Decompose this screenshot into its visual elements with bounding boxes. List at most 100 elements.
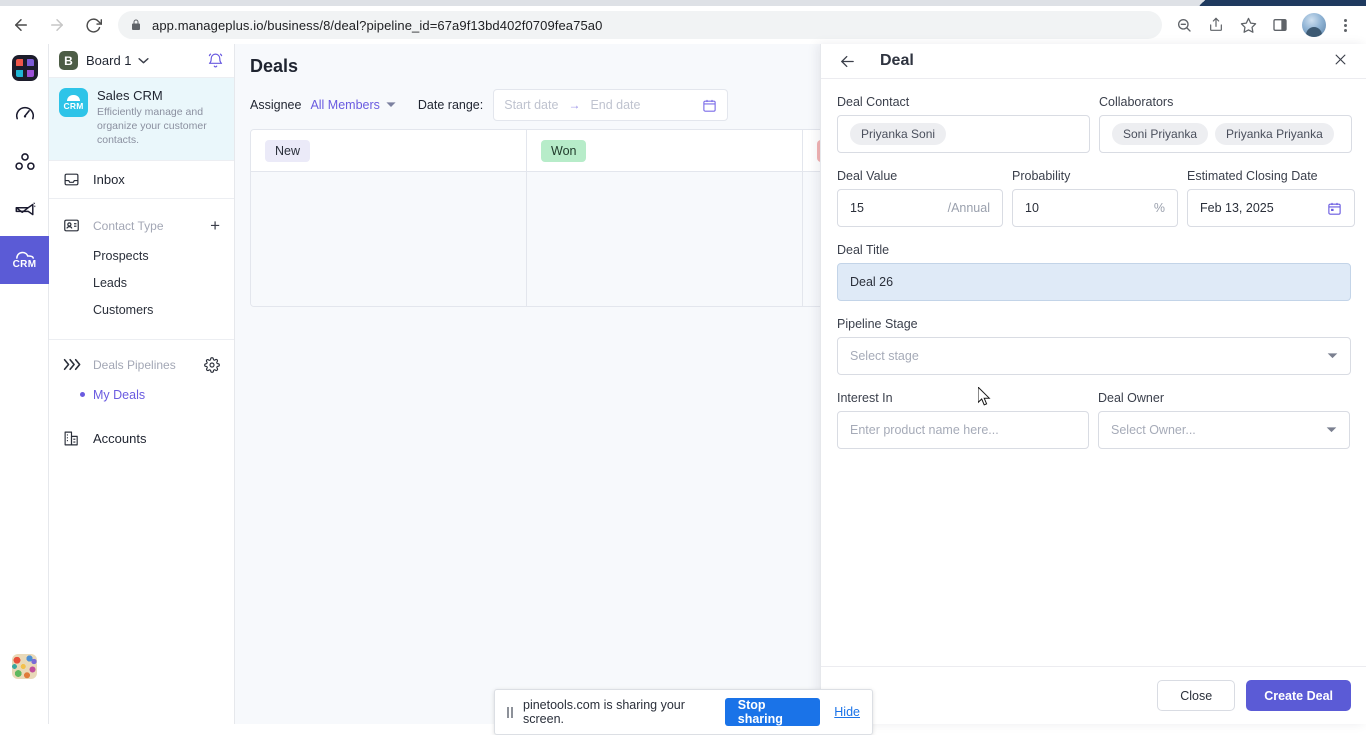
- field-deal-contact: Deal Contact Priyanka Soni: [837, 95, 1090, 153]
- chevron-down-icon[interactable]: [1327, 351, 1338, 361]
- board-selector[interactable]: B Board 1: [49, 44, 234, 78]
- probability-input[interactable]: 10 %: [1012, 189, 1178, 227]
- deal-contact-input[interactable]: Priyanka Soni: [837, 115, 1090, 153]
- gear-icon[interactable]: [204, 356, 220, 373]
- field-label: Deal Value: [837, 169, 898, 183]
- chevron-down-icon[interactable]: [137, 56, 149, 66]
- url-text: app.manageplus.io/business/8/deal?pipeli…: [152, 17, 603, 33]
- interest-in-placeholder: Enter product name here...: [850, 423, 999, 437]
- sidebar: B Board 1 CRM Sales CRM Efficiently mana…: [49, 44, 235, 724]
- pipeline-chevrons-icon: [63, 357, 83, 372]
- kanban-column-new[interactable]: New: [251, 130, 527, 306]
- status-badge: Won: [541, 139, 587, 162]
- contact-chip[interactable]: Priyanka Soni: [850, 123, 947, 145]
- deal-owner-select[interactable]: Select Owner...: [1098, 411, 1350, 449]
- share-icon[interactable]: [1202, 11, 1230, 39]
- rail-item-team[interactable]: [0, 140, 49, 188]
- panel-footer: Close Create Deal: [821, 666, 1366, 724]
- browser-chrome: app.manageplus.io/business/8/deal?pipeli…: [0, 0, 1366, 44]
- field-deal-title: Deal Title Deal 26: [837, 243, 1351, 301]
- sidebar-group-label: Deals Pipelines: [93, 357, 176, 372]
- field-label: Interest In: [837, 391, 893, 405]
- probability-suffix: %: [1153, 201, 1165, 215]
- hide-link[interactable]: Hide: [834, 705, 860, 719]
- rail-item-dashboard[interactable]: [0, 92, 49, 140]
- kanban-column-body[interactable]: [527, 172, 802, 306]
- reload-icon[interactable]: [78, 10, 108, 40]
- building-icon: [63, 430, 83, 447]
- start-date-input[interactable]: Start date: [504, 98, 558, 112]
- board-badge: B: [59, 51, 78, 70]
- app-card-description: Efficiently manage and organize your cus…: [97, 106, 207, 147]
- crm-cloud-icon: CRM: [13, 250, 37, 270]
- kanban-column-won[interactable]: Won: [527, 130, 803, 306]
- calendar-icon[interactable]: [1327, 201, 1342, 216]
- rail-item-campaigns[interactable]: [0, 188, 49, 236]
- collaborator-chip[interactable]: Soni Priyanka: [1112, 123, 1209, 145]
- app-logo[interactable]: [0, 44, 49, 92]
- end-date-input[interactable]: End date: [590, 98, 640, 112]
- sidebar-item-label: Customers: [93, 302, 154, 317]
- profile-avatar[interactable]: [1302, 13, 1326, 37]
- assignee-dropdown[interactable]: All Members: [310, 98, 379, 112]
- panel-header: Deal: [821, 44, 1366, 79]
- add-contact-type-button[interactable]: +: [210, 217, 220, 234]
- date-range-label: Date range:: [417, 98, 484, 112]
- date-range-picker[interactable]: Start date → End date: [493, 89, 729, 121]
- sidebar-item-prospects[interactable]: Prospects: [49, 245, 234, 267]
- contact-card-icon: [63, 217, 83, 234]
- interest-in-input[interactable]: Enter product name here...: [837, 411, 1089, 449]
- deal-title-input[interactable]: Deal 26: [837, 263, 1351, 301]
- field-label: Pipeline Stage: [837, 317, 918, 331]
- closing-date-text: Feb 13, 2025: [1200, 201, 1274, 215]
- deal-value-input[interactable]: 15 /Annual: [837, 189, 1003, 227]
- sidebar-item-label: Inbox: [93, 171, 125, 187]
- stop-sharing-button[interactable]: Stop sharing: [724, 698, 821, 726]
- pipeline-stage-select[interactable]: Select stage: [837, 337, 1351, 375]
- create-deal-button[interactable]: Create Deal: [1246, 680, 1351, 711]
- deal-value-text: 15: [850, 201, 864, 215]
- sidebar-item-inbox[interactable]: Inbox: [49, 161, 234, 199]
- chevron-down-icon[interactable]: [386, 101, 396, 110]
- close-icon[interactable]: [1333, 52, 1348, 70]
- calendar-icon[interactable]: [702, 98, 717, 113]
- sidebar-item-accounts[interactable]: Accounts: [49, 420, 234, 458]
- close-button[interactable]: Close: [1157, 680, 1236, 711]
- pause-icon[interactable]: [507, 706, 513, 718]
- assignee-label: Assignee: [250, 98, 302, 112]
- collaborator-chip[interactable]: Priyanka Priyanka: [1215, 123, 1334, 145]
- address-bar[interactable]: app.manageplus.io/business/8/deal?pipeli…: [118, 11, 1162, 39]
- sidebar-item-my-deals[interactable]: My Deals: [49, 384, 234, 406]
- probability-text: 10: [1025, 201, 1039, 215]
- sidebar-item-label: Leads: [93, 275, 128, 290]
- field-label: Deal Contact: [837, 95, 910, 109]
- zoom-out-icon[interactable]: [1170, 11, 1198, 39]
- app-icon-rail: CRM: [0, 44, 49, 724]
- rail-crm-label: CRM: [12, 259, 37, 270]
- field-label: Deal Title: [837, 243, 890, 257]
- kanban-column-body[interactable]: [251, 172, 526, 306]
- forward-arrow-icon[interactable]: [42, 10, 72, 40]
- sidebar-app-card-sales-crm[interactable]: CRM Sales CRM Efficiently manage and org…: [49, 78, 234, 161]
- back-arrow-icon[interactable]: [839, 53, 856, 70]
- rail-item-crm[interactable]: CRM: [0, 236, 49, 284]
- bell-icon[interactable]: [207, 52, 224, 69]
- closing-date-input[interactable]: Feb 13, 2025: [1187, 189, 1355, 227]
- kebab-menu-icon[interactable]: [1330, 10, 1360, 40]
- sidebar-item-leads[interactable]: Leads: [49, 272, 234, 294]
- sidebar-item-customers[interactable]: Customers: [49, 299, 234, 321]
- star-icon[interactable]: [1234, 11, 1262, 39]
- crm-cloud-icon: CRM: [59, 88, 88, 117]
- user-avatar[interactable]: [12, 654, 37, 679]
- back-arrow-icon[interactable]: [6, 10, 36, 40]
- side-panel-icon[interactable]: [1266, 11, 1294, 39]
- screen-share-notification-bar: pinetools.com is sharing your screen. St…: [494, 689, 873, 735]
- sidebar-group-contact-type[interactable]: Contact Type +: [49, 207, 234, 245]
- sidebar-group-deals-pipelines[interactable]: Deals Pipelines: [49, 346, 234, 384]
- browser-toolbar: app.manageplus.io/business/8/deal?pipeli…: [0, 6, 1366, 44]
- collaborators-input[interactable]: Soni Priyanka Priyanka Priyanka: [1099, 115, 1352, 153]
- board-name: Board 1: [86, 53, 132, 68]
- sidebar-divider: [49, 338, 234, 340]
- kanban-column-header: New: [251, 130, 526, 172]
- chevron-down-icon[interactable]: [1326, 425, 1337, 435]
